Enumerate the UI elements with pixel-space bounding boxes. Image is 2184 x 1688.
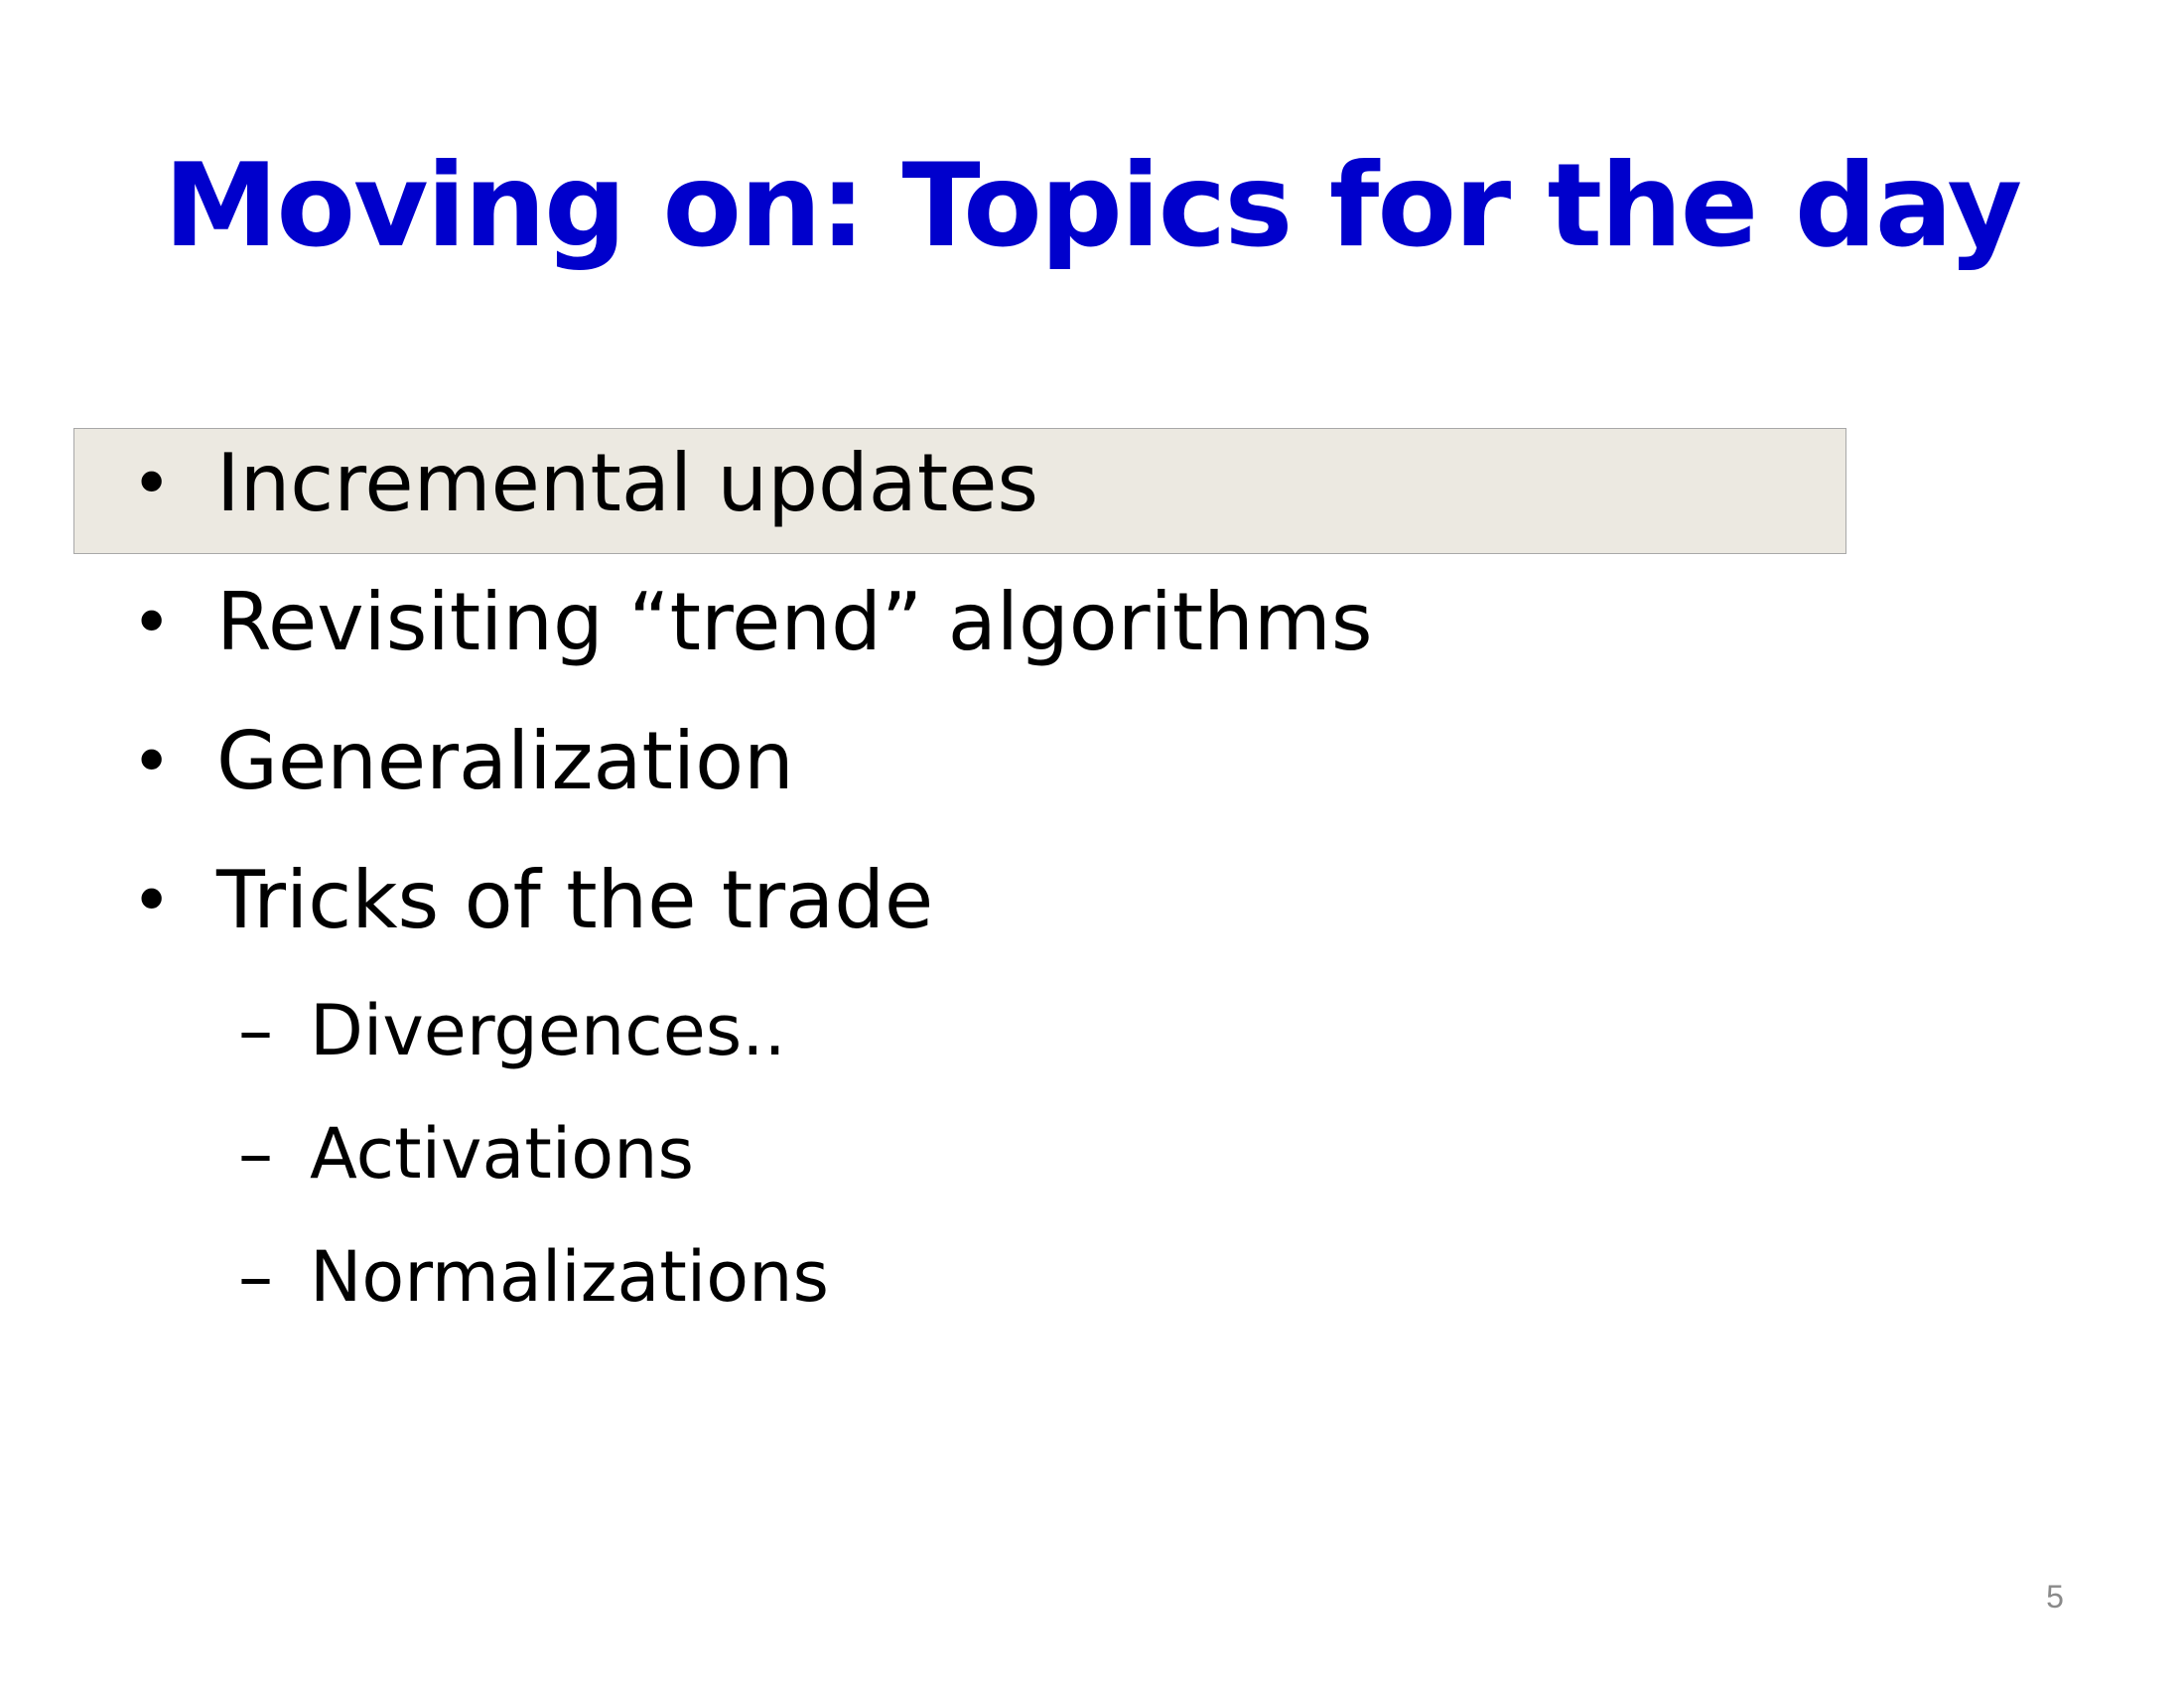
sub-bullet-text: Normalizations <box>310 1236 829 1318</box>
bullet-dot-icon: • <box>131 721 173 802</box>
bullet-dot-icon: • <box>131 582 173 663</box>
page-number: 5 <box>2046 1579 2064 1615</box>
bullet-text: Tricks of the trade <box>216 854 934 946</box>
bullet-text: Revisiting “trend” algorithms <box>216 576 1373 668</box>
sub-bullet-text: Divergences.. <box>310 990 786 1071</box>
slide-title: Moving on: Topics for the day <box>163 139 2022 273</box>
dash-icon: – <box>238 1236 273 1318</box>
bullet-dot-icon: • <box>131 860 173 941</box>
bullet-dot-icon: • <box>131 443 173 524</box>
slide: Moving on: Topics for the day • Incremen… <box>0 0 2184 1688</box>
bullet-text: Incremental updates <box>216 437 1039 529</box>
dash-icon: – <box>238 1113 273 1195</box>
dash-icon: – <box>238 990 273 1071</box>
sub-bullet-text: Activations <box>310 1113 694 1195</box>
bullet-text: Generalization <box>216 715 794 807</box>
